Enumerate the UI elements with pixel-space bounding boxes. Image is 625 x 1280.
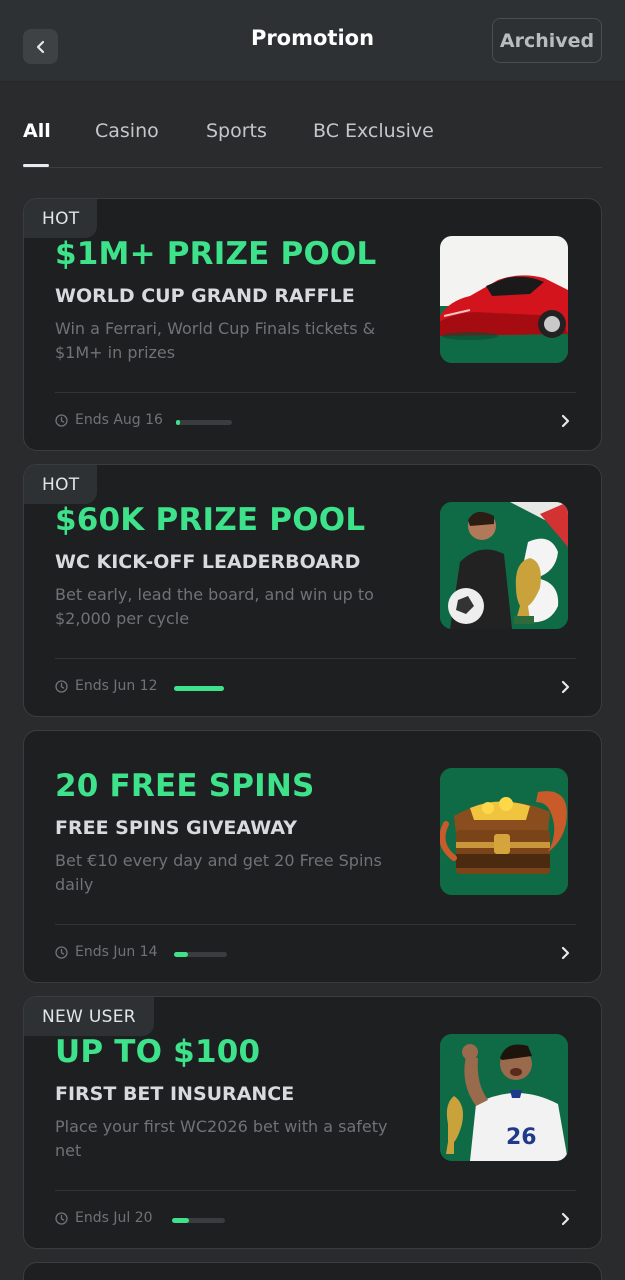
top-bar: Promotion Archived [0,0,625,82]
promotion-card[interactable] [23,1262,602,1280]
promotion-badge: NEW USER [24,997,154,1036]
svg-text:26: 26 [506,1125,537,1150]
tab-sports[interactable]: Sports [206,120,267,142]
promotion-subtitle: WORLD CUP GRAND RAFFLE [55,285,355,307]
promotion-image [440,236,568,363]
promotion-subtitle: WC KICK-OFF LEADERBOARD [55,551,361,573]
end-date-text: Ends Jun 14 [75,944,158,960]
end-date-text: Ends Aug 16 [75,412,163,428]
promotion-subtitle: FIRST BET INSURANCE [55,1083,295,1105]
end-date-text: Ends Jul 20 [75,1210,153,1226]
promotion-card[interactable]: NEW USER UP TO $100 FIRST BET INSURANCE … [23,996,602,1249]
end-date-text: Ends Jun 12 [75,678,158,694]
promotion-subtitle: FREE SPINS GIVEAWAY [55,817,298,839]
promotion-headline: UP TO $100 [55,1034,261,1070]
promotion-headline: $60K PRIZE POOL [55,502,366,538]
tab-bc-exclusive[interactable]: BC Exclusive [313,120,434,142]
promotion-description: Place your first WC2026 bet with a safet… [55,1117,388,1160]
promotion-card[interactable]: 20 FREE SPINS FREE SPINS GIVEAWAY Bet €1… [23,730,602,983]
promotion-badge: HOT [24,465,98,504]
promotion-description: Bet early, lead the board, and win up to… [55,585,374,628]
progress-fill [174,686,224,691]
card-divider [55,1190,576,1191]
tab-casino[interactable]: Casino [95,120,159,142]
football-player-with-trophy-image [440,502,568,629]
progress-fill [176,420,181,425]
progress-bar [174,686,224,691]
promotion-image [440,502,568,629]
promotion-card[interactable]: HOT $60K PRIZE POOL WC KICK-OFF LEADERBO… [23,464,602,717]
promotion-card[interactable]: HOT $1M+ PRIZE POOL WORLD CUP GRAND RAFF… [23,198,602,451]
treasure-chest-image [440,768,568,895]
progress-fill [174,952,189,957]
progress-bar [172,1218,225,1223]
active-tab-indicator [23,164,49,167]
promotion-headline: 20 FREE SPINS [55,768,315,804]
promotion-end-date: Ends Jul 20 [55,1210,153,1226]
promotion-end-date: Ends Aug 16 [55,412,163,428]
chevron-right-icon[interactable] [556,943,576,963]
clock-icon [55,413,68,427]
chevron-right-icon[interactable] [556,411,576,431]
promotion-description: Win a Ferrari, World Cup Finals tickets … [55,319,376,362]
progress-fill [172,1218,190,1223]
chevron-right-icon[interactable] [556,677,576,697]
promotion-badge: HOT [24,199,98,238]
tab-all[interactable]: All [23,120,51,142]
card-divider [55,392,576,393]
celebrating-player-image: 26 [440,1034,568,1161]
chevron-right-icon[interactable] [556,1209,576,1229]
promotion-description: Bet €10 every day and get 20 Free Spins … [55,851,382,894]
clock-icon [55,945,68,959]
category-tabs: All Casino Sports BC Exclusive [23,112,602,168]
promotion-image [440,768,568,895]
clock-icon [55,1211,68,1225]
promotion-end-date: Ends Jun 12 [55,678,158,694]
promotion-headline: $1M+ PRIZE POOL [55,236,377,272]
progress-bar [176,420,232,425]
promotion-end-date: Ends Jun 14 [55,944,158,960]
red-sports-car-image [440,236,568,363]
archived-button[interactable]: Archived [492,18,602,63]
clock-icon [55,679,68,693]
card-divider [55,658,576,659]
progress-bar [174,952,227,957]
card-divider [55,924,576,925]
promotion-image: 26 [440,1034,568,1161]
